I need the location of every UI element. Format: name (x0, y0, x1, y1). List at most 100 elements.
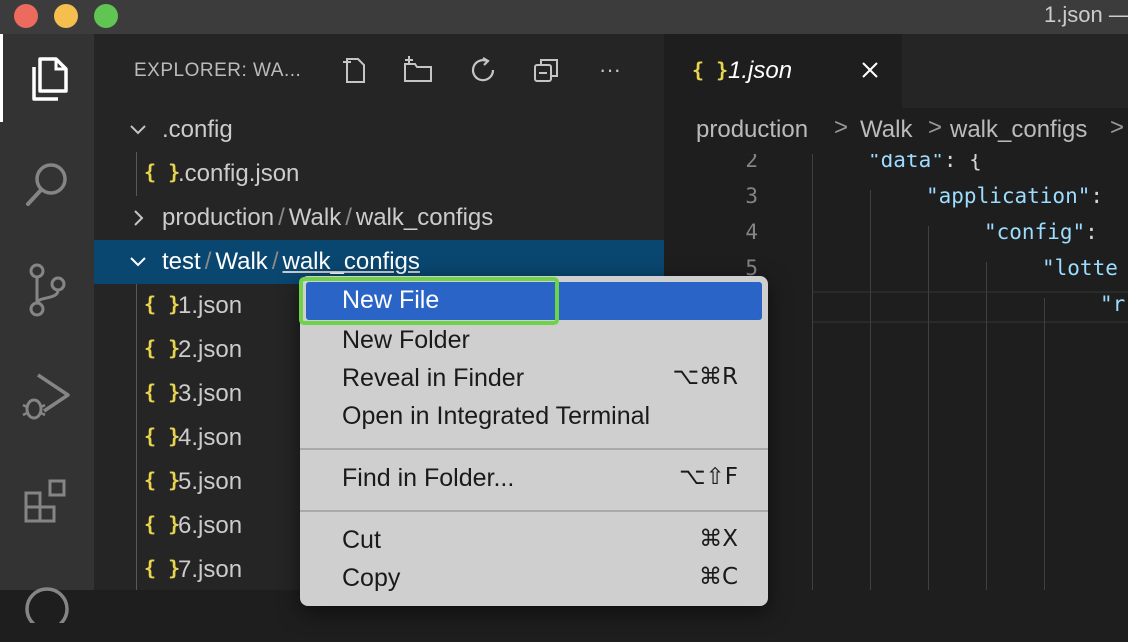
menu-item-reveal-in-finder[interactable]: Reveal in Finder ⌥⌘R (306, 360, 762, 398)
menu-item-open-in-terminal[interactable]: Open in Integrated Terminal (306, 398, 762, 436)
breadcrumb-item[interactable]: walk_configs (950, 116, 1087, 144)
folder-label: production / Walk / walk_configs (162, 204, 494, 231)
indent-guide (928, 226, 929, 590)
json-file-icon: { } (144, 336, 181, 360)
json-file-icon: { } (144, 380, 181, 404)
file-label: .config.json (178, 160, 300, 187)
indent-guide (1044, 298, 1045, 590)
explorer-title: EXPLORER: WA... (134, 60, 302, 81)
menu-separator (300, 510, 768, 512)
activity-explorer[interactable] (0, 34, 94, 122)
json-file-icon: { } (144, 468, 181, 492)
chevron-right-icon: > (1110, 114, 1125, 141)
menu-item-shortcut: ⌥⇧F (678, 464, 738, 490)
new-folder-button[interactable] (400, 52, 436, 88)
chevron-right-icon (134, 210, 144, 226)
account-icon (25, 587, 69, 623)
json-file-icon: { } (144, 556, 181, 580)
activity-source-control[interactable] (0, 246, 94, 334)
menu-item-new-file[interactable]: New File (306, 282, 762, 320)
source-control-icon (29, 263, 66, 317)
chevron-down-icon (130, 257, 146, 267)
menu-item-shortcut: ⌘X (699, 526, 738, 552)
line-number: 4 (745, 220, 758, 244)
code-line: "r (1100, 292, 1126, 316)
explorer-header: EXPLORER: WA... ··· (94, 34, 664, 108)
run-debug-icon (22, 373, 70, 420)
title-bar: 1.json — (0, 0, 1128, 34)
menu-item-cut[interactable]: Cut ⌘X (306, 522, 762, 560)
minimize-window-button[interactable] (54, 4, 78, 28)
chevron-down-icon (130, 125, 146, 135)
json-file-icon: { } (144, 424, 181, 448)
folder-config[interactable]: .config (94, 108, 664, 152)
file-label: 5.json (178, 468, 243, 495)
code-line: "application": (926, 184, 1104, 208)
folder-label: .config (162, 116, 233, 143)
line-number: 2 (745, 154, 758, 172)
file-label: 2.json (178, 336, 243, 363)
indent-guide (812, 154, 813, 590)
chevron-right-icon: > (928, 114, 943, 141)
zoom-window-button[interactable] (94, 4, 118, 28)
menu-item-label: Reveal in Finder (342, 364, 525, 392)
editor-tab-bar: { } 1.json (664, 34, 1128, 108)
menu-item-label: Find in Folder... (342, 464, 515, 492)
search-icon (26, 163, 67, 206)
code-line: "lotte (1042, 256, 1118, 280)
line-number: 3 (745, 184, 758, 208)
new-file-button[interactable] (336, 52, 372, 88)
menu-item-copy[interactable]: Copy ⌘C (306, 560, 762, 598)
folder-label: test / Walk / walk_configs (162, 248, 420, 275)
menu-item-label: New Folder (342, 326, 470, 354)
breadcrumb-item[interactable]: production (696, 116, 808, 144)
file-label: 1.json (178, 292, 243, 319)
activity-search[interactable] (0, 140, 94, 228)
file-label: 3.json (178, 380, 243, 407)
menu-item-label: New File (342, 286, 440, 314)
menu-separator (300, 448, 768, 450)
menu-item-shortcut: ⌥⌘R (672, 364, 739, 390)
indent-guide (986, 262, 987, 590)
close-icon[interactable] (858, 58, 882, 82)
breadcrumb: production > Walk > walk_configs > (664, 108, 1128, 154)
tab-1-json[interactable]: { } 1.json (664, 34, 902, 108)
activity-extensions[interactable] (0, 458, 94, 546)
folder-production[interactable]: production / Walk / walk_configs (94, 196, 664, 240)
context-menu: New File New Folder Reveal in Finder ⌥⌘R… (300, 276, 768, 606)
file-config-json[interactable]: { } .config.json (94, 152, 664, 196)
json-file-icon: { } (692, 58, 729, 82)
tab-label: 1.json (728, 57, 793, 84)
menu-item-find-in-folder[interactable]: Find in Folder... ⌥⇧F (306, 460, 762, 498)
window-title: 1.json — (1044, 2, 1128, 27)
file-label: 6.json (178, 512, 243, 539)
collapse-all-icon (534, 59, 558, 82)
refresh-icon (471, 57, 495, 82)
files-icon (31, 57, 68, 101)
file-label: 7.json (178, 556, 243, 583)
activity-bar (0, 34, 94, 623)
menu-item-label: Open in Integrated Terminal (342, 402, 651, 430)
chevron-right-icon: > (834, 114, 849, 141)
menu-item-label: Cut (342, 526, 381, 554)
refresh-explorer-button[interactable] (466, 52, 502, 88)
new-file-icon (343, 58, 365, 83)
menu-item-shortcut: ⌘C (698, 564, 738, 590)
activity-run-debug[interactable] (0, 352, 94, 440)
activity-account[interactable] (0, 554, 94, 642)
json-file-icon: { } (144, 292, 181, 316)
code-line: "config": (984, 220, 1098, 244)
json-file-icon: { } (144, 512, 181, 536)
collapse-folders-button[interactable] (528, 52, 564, 88)
menu-item-new-folder[interactable]: New Folder (306, 322, 762, 360)
indent-guide (870, 190, 871, 590)
current-line-highlight (812, 291, 1128, 323)
close-window-button[interactable] (14, 4, 38, 28)
breadcrumb-item[interactable]: Walk (860, 116, 912, 144)
file-label: 4.json (178, 424, 243, 451)
more-actions-button[interactable]: ··· (592, 52, 628, 88)
new-folder-icon (404, 56, 432, 82)
json-file-icon: { } (144, 160, 181, 184)
extensions-icon (24, 479, 66, 523)
code-line: "data": { (868, 154, 982, 172)
